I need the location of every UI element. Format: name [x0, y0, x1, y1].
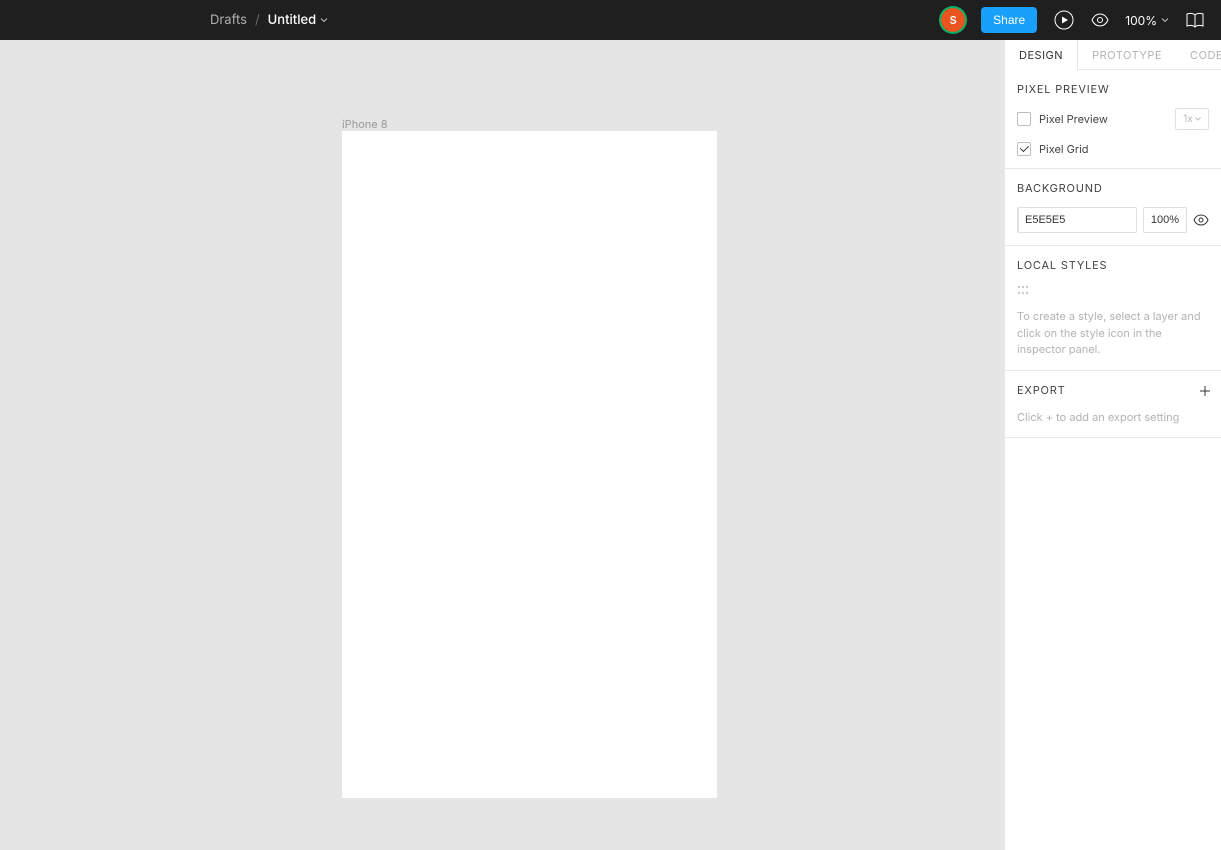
background-color-field [1017, 207, 1137, 233]
play-icon[interactable] [1053, 9, 1075, 31]
section-pixel-preview: PIXEL PREVIEW Pixel Preview 1x Pixel Gri… [1005, 70, 1221, 169]
canvas[interactable]: iPhone 8 [0, 40, 1004, 850]
label-pixel-grid: Pixel Grid [1039, 142, 1089, 156]
top-bar-right: S Share 100% [941, 7, 1221, 33]
section-background: BACKGROUND [1005, 169, 1221, 246]
tab-code[interactable]: CODE [1176, 40, 1221, 69]
zoom-control[interactable]: 100% [1125, 13, 1169, 28]
section-export: EXPORT Click + to add an export setting [1005, 371, 1221, 439]
styles-grid-icon [1017, 284, 1029, 296]
section-title-local-styles: LOCAL STYLES [1017, 258, 1209, 272]
scale-value: 1x [1183, 113, 1193, 125]
add-export-button[interactable] [1199, 381, 1211, 401]
properties-panel: DESIGN PROTOTYPE CODE PIXEL PREVIEW Pixe… [1004, 40, 1221, 850]
panel-tabs: DESIGN PROTOTYPE CODE [1005, 40, 1221, 70]
frame-label[interactable]: iPhone 8 [342, 117, 388, 131]
top-bar: Drafts / Untitled S Share 100% [0, 0, 1221, 40]
section-title-background: BACKGROUND [1017, 181, 1209, 195]
background-opacity-input[interactable] [1143, 207, 1187, 233]
zoom-value: 100% [1125, 13, 1157, 28]
label-pixel-preview: Pixel Preview [1039, 112, 1108, 126]
tab-prototype[interactable]: PROTOTYPE [1078, 40, 1176, 69]
pixel-preview-scale[interactable]: 1x [1175, 108, 1209, 130]
local-styles-hint: To create a style, select a layer and cl… [1017, 308, 1209, 358]
eye-icon[interactable] [1091, 11, 1109, 29]
section-title-export: EXPORT [1017, 383, 1209, 397]
avatar[interactable]: S [941, 8, 965, 32]
section-local-styles: LOCAL STYLES To create a style, select a… [1005, 246, 1221, 371]
frame-iphone-8[interactable] [342, 131, 717, 798]
file-title[interactable]: Untitled [268, 12, 329, 28]
background-hex-input[interactable] [1019, 214, 1137, 226]
checkbox-pixel-grid[interactable] [1017, 142, 1031, 156]
breadcrumb: Drafts / Untitled [210, 12, 328, 28]
visibility-toggle-icon[interactable] [1193, 212, 1209, 228]
book-icon[interactable] [1185, 10, 1205, 30]
breadcrumb-separator: / [255, 12, 260, 28]
share-button[interactable]: Share [981, 7, 1037, 33]
checkbox-pixel-preview[interactable] [1017, 112, 1031, 126]
export-hint: Click + to add an export setting [1017, 409, 1209, 426]
chevron-down-icon [320, 16, 328, 24]
section-title-pixel-preview: PIXEL PREVIEW [1017, 82, 1209, 96]
file-title-text: Untitled [268, 12, 317, 28]
tab-design[interactable]: DESIGN [1005, 40, 1078, 69]
breadcrumb-location[interactable]: Drafts [210, 12, 247, 28]
